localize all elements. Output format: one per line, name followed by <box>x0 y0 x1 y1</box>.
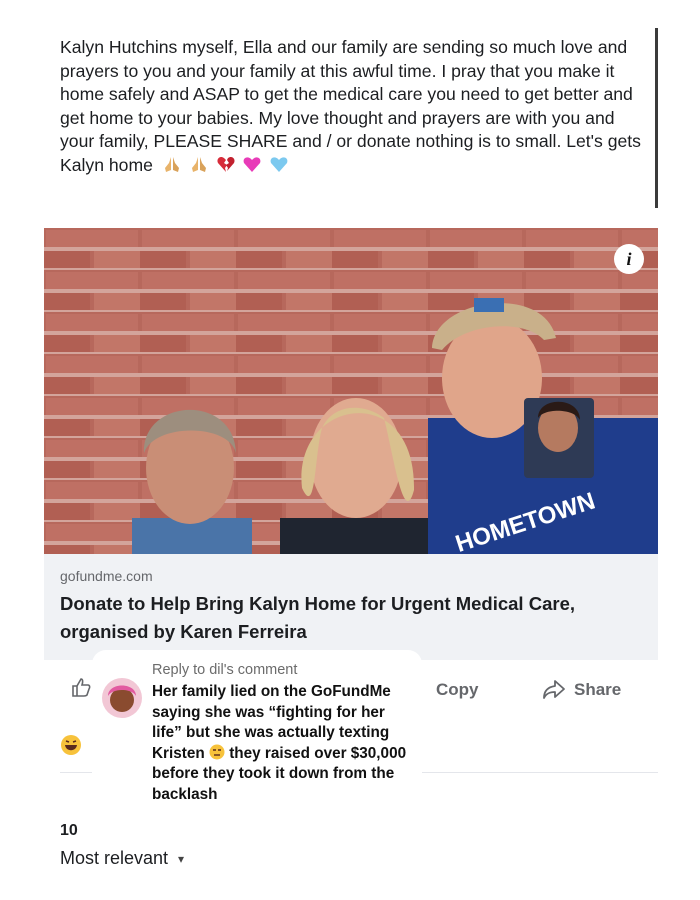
share-label: Share <box>574 680 622 699</box>
folded-hands-icon <box>189 154 209 174</box>
copy-button[interactable]: Copy <box>436 680 479 700</box>
post-body-text: Kalyn Hutchins myself, Ella and our fami… <box>60 37 641 175</box>
folded-hands-icon <box>162 154 182 174</box>
light-blue-heart-icon <box>269 154 289 174</box>
link-domain: gofundme.com <box>60 568 153 584</box>
chevron-down-icon: ▾ <box>178 851 185 866</box>
reply-comment-text: Her family lied on the GoFundMe saying s… <box>152 682 412 805</box>
sort-label: Most relevant <box>60 848 169 868</box>
scroll-indicator <box>655 28 658 208</box>
brick-wall-photo: HOMETOWN <box>44 228 658 554</box>
post-photo[interactable]: HOMETOWN i <box>44 228 658 554</box>
post-emoji-row <box>162 154 292 181</box>
pink-heart-icon <box>242 154 262 174</box>
reply-comment-overlay: Reply to dil's comment Her family lied o… <box>92 650 422 840</box>
post-body: Kalyn Hutchins myself, Ella and our fami… <box>60 36 650 180</box>
haha-reaction-icon[interactable] <box>60 734 82 756</box>
info-icon[interactable]: i <box>614 244 644 274</box>
broken-heart-icon <box>216 154 236 174</box>
unamused-face-icon <box>209 744 225 760</box>
reply-to-label: Reply to dil's comment <box>152 662 298 678</box>
link-preview-card[interactable]: gofundme.com Donate to Help Bring Kalyn … <box>44 554 658 660</box>
reaction-count[interactable]: 10 <box>60 822 78 840</box>
share-button[interactable]: Share <box>542 676 621 704</box>
avatar <box>102 678 142 718</box>
link-title[interactable]: Donate to Help Bring Kalyn Home for Urge… <box>60 590 640 646</box>
like-icon[interactable] <box>70 676 92 704</box>
comment-sort-dropdown[interactable]: Most relevant ▾ <box>60 848 184 869</box>
share-icon <box>543 680 565 699</box>
